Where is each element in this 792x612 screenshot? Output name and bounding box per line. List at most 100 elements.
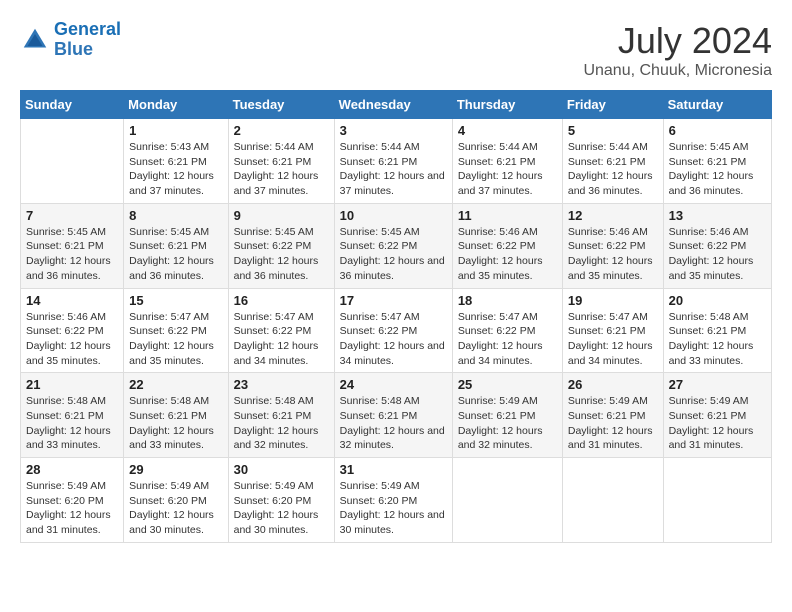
day-info: Sunrise: 5:48 AMSunset: 6:21 PMDaylight:… (340, 394, 447, 453)
header-tuesday: Tuesday (228, 91, 334, 119)
day-info: Sunrise: 5:49 AMSunset: 6:20 PMDaylight:… (340, 479, 447, 538)
header-sunday: Sunday (21, 91, 124, 119)
day-number: 30 (234, 462, 329, 477)
day-number: 28 (26, 462, 118, 477)
day-info: Sunrise: 5:45 AMSunset: 6:22 PMDaylight:… (340, 225, 447, 284)
day-number: 17 (340, 293, 447, 308)
calendar-cell: 23Sunrise: 5:48 AMSunset: 6:21 PMDayligh… (228, 373, 334, 458)
calendar-cell: 16Sunrise: 5:47 AMSunset: 6:22 PMDayligh… (228, 288, 334, 373)
day-info: Sunrise: 5:46 AMSunset: 6:22 PMDaylight:… (458, 225, 557, 284)
day-info: Sunrise: 5:43 AMSunset: 6:21 PMDaylight:… (129, 140, 222, 199)
logo: General Blue (20, 20, 121, 60)
day-info: Sunrise: 5:49 AMSunset: 6:21 PMDaylight:… (458, 394, 557, 453)
day-number: 15 (129, 293, 222, 308)
day-info: Sunrise: 5:47 AMSunset: 6:22 PMDaylight:… (129, 310, 222, 369)
calendar-cell: 1Sunrise: 5:43 AMSunset: 6:21 PMDaylight… (124, 119, 228, 204)
day-number: 4 (458, 123, 557, 138)
day-number: 8 (129, 208, 222, 223)
header-thursday: Thursday (452, 91, 562, 119)
location: Unanu, Chuuk, Micronesia (583, 62, 772, 80)
day-info: Sunrise: 5:48 AMSunset: 6:21 PMDaylight:… (234, 394, 329, 453)
week-row-5: 28 Sunrise: 5:49 AMSunset: 6:20 PMDayligh… (21, 458, 772, 543)
day-number: 6 (669, 123, 766, 138)
day-number: 14 (26, 293, 118, 308)
logo-line1: General (54, 19, 121, 39)
calendar-cell: 17 Sunrise: 5:47 AMSunset: 6:22 PMDayligh… (334, 288, 452, 373)
day-info: Sunrise: 5:49 AMSunset: 6:21 PMDaylight:… (669, 394, 766, 453)
calendar-cell: 20Sunrise: 5:48 AMSunset: 6:21 PMDayligh… (663, 288, 771, 373)
calendar-table: SundayMondayTuesdayWednesdayThursdayFrid… (20, 90, 772, 543)
calendar-cell: 13 Sunrise: 5:46 AMSunset: 6:22 PMDayligh… (663, 203, 771, 288)
calendar-cell: 14 Sunrise: 5:46 AMSunset: 6:22 PMDayligh… (21, 288, 124, 373)
calendar-cell: 3 Sunrise: 5:44 AMSunset: 6:21 PMDaylight… (334, 119, 452, 204)
calendar-cell: 31Sunrise: 5:49 AMSunset: 6:20 PMDayligh… (334, 458, 452, 543)
calendar-cell (562, 458, 663, 543)
calendar-cell: 28 Sunrise: 5:49 AMSunset: 6:20 PMDayligh… (21, 458, 124, 543)
day-info: Sunrise: 5:46 AMSunset: 6:22 PMDaylight:… (26, 310, 118, 369)
day-info: Sunrise: 5:45 AMSunset: 6:21 PMDaylight:… (26, 225, 118, 284)
day-number: 16 (234, 293, 329, 308)
day-number: 7 (26, 208, 118, 223)
header-saturday: Saturday (663, 91, 771, 119)
header-wednesday: Wednesday (334, 91, 452, 119)
calendar-cell (663, 458, 771, 543)
day-info: Sunrise: 5:45 AMSunset: 6:22 PMDaylight:… (234, 225, 329, 284)
calendar-cell: 7 Sunrise: 5:45 AMSunset: 6:21 PMDaylight… (21, 203, 124, 288)
calendar-cell: 18 Sunrise: 5:47 AMSunset: 6:22 PMDayligh… (452, 288, 562, 373)
calendar-cell: 2 Sunrise: 5:44 AMSunset: 6:21 PMDaylight… (228, 119, 334, 204)
day-number: 2 (234, 123, 329, 138)
calendar-cell: 19Sunrise: 5:47 AMSunset: 6:21 PMDayligh… (562, 288, 663, 373)
logo-line2: Blue (54, 39, 93, 59)
calendar-cell: 10 Sunrise: 5:45 AMSunset: 6:22 PMDayligh… (334, 203, 452, 288)
day-info: Sunrise: 5:44 AMSunset: 6:21 PMDaylight:… (340, 140, 447, 199)
header-row: SundayMondayTuesdayWednesdayThursdayFrid… (21, 91, 772, 119)
day-info: Sunrise: 5:45 AMSunset: 6:21 PMDaylight:… (669, 140, 766, 199)
week-row-3: 14 Sunrise: 5:46 AMSunset: 6:22 PMDayligh… (21, 288, 772, 373)
logo-text: General Blue (54, 20, 121, 60)
calendar-cell: 12 Sunrise: 5:46 AMSunset: 6:22 PMDayligh… (562, 203, 663, 288)
day-info: Sunrise: 5:49 AMSunset: 6:21 PMDaylight:… (568, 394, 658, 453)
day-info: Sunrise: 5:46 AMSunset: 6:22 PMDaylight:… (669, 225, 766, 284)
day-number: 10 (340, 208, 447, 223)
calendar-cell (21, 119, 124, 204)
week-row-4: 21 Sunrise: 5:48 AMSunset: 6:21 PMDayligh… (21, 373, 772, 458)
calendar-cell: 29Sunrise: 5:49 AMSunset: 6:20 PMDayligh… (124, 458, 228, 543)
day-number: 19 (568, 293, 658, 308)
calendar-cell: 9Sunrise: 5:45 AMSunset: 6:22 PMDaylight… (228, 203, 334, 288)
day-number: 27 (669, 377, 766, 392)
logo-icon (20, 25, 50, 55)
calendar-cell: 6 Sunrise: 5:45 AMSunset: 6:21 PMDaylight… (663, 119, 771, 204)
day-info: Sunrise: 5:48 AMSunset: 6:21 PMDaylight:… (129, 394, 222, 453)
day-info: Sunrise: 5:46 AMSunset: 6:22 PMDaylight:… (568, 225, 658, 284)
calendar-cell: 15 Sunrise: 5:47 AMSunset: 6:22 PMDayligh… (124, 288, 228, 373)
month-year: July 2024 (583, 20, 772, 62)
week-row-2: 7 Sunrise: 5:45 AMSunset: 6:21 PMDaylight… (21, 203, 772, 288)
calendar-cell: 5Sunrise: 5:44 AMSunset: 6:21 PMDaylight… (562, 119, 663, 204)
day-number: 3 (340, 123, 447, 138)
day-info: Sunrise: 5:44 AMSunset: 6:21 PMDaylight:… (234, 140, 329, 199)
day-info: Sunrise: 5:45 AMSunset: 6:21 PMDaylight:… (129, 225, 222, 284)
day-number: 5 (568, 123, 658, 138)
day-info: Sunrise: 5:47 AMSunset: 6:22 PMDaylight:… (458, 310, 557, 369)
day-number: 21 (26, 377, 118, 392)
day-number: 24 (340, 377, 447, 392)
calendar-cell: 25 Sunrise: 5:49 AMSunset: 6:21 PMDayligh… (452, 373, 562, 458)
day-info: Sunrise: 5:49 AMSunset: 6:20 PMDaylight:… (129, 479, 222, 538)
day-info: Sunrise: 5:48 AMSunset: 6:21 PMDaylight:… (669, 310, 766, 369)
day-number: 22 (129, 377, 222, 392)
day-info: Sunrise: 5:48 AMSunset: 6:21 PMDaylight:… (26, 394, 118, 453)
calendar-cell: 26 Sunrise: 5:49 AMSunset: 6:21 PMDayligh… (562, 373, 663, 458)
day-number: 13 (669, 208, 766, 223)
day-info: Sunrise: 5:49 AMSunset: 6:20 PMDaylight:… (26, 479, 118, 538)
day-number: 12 (568, 208, 658, 223)
day-number: 26 (568, 377, 658, 392)
title-block: July 2024 Unanu, Chuuk, Micronesia (583, 20, 772, 80)
calendar-cell: 22 Sunrise: 5:48 AMSunset: 6:21 PMDayligh… (124, 373, 228, 458)
calendar-cell: 21 Sunrise: 5:48 AMSunset: 6:21 PMDayligh… (21, 373, 124, 458)
day-number: 18 (458, 293, 557, 308)
day-number: 11 (458, 208, 557, 223)
day-info: Sunrise: 5:47 AMSunset: 6:22 PMDaylight:… (340, 310, 447, 369)
day-number: 25 (458, 377, 557, 392)
header-friday: Friday (562, 91, 663, 119)
calendar-cell: 24 Sunrise: 5:48 AMSunset: 6:21 PMDayligh… (334, 373, 452, 458)
